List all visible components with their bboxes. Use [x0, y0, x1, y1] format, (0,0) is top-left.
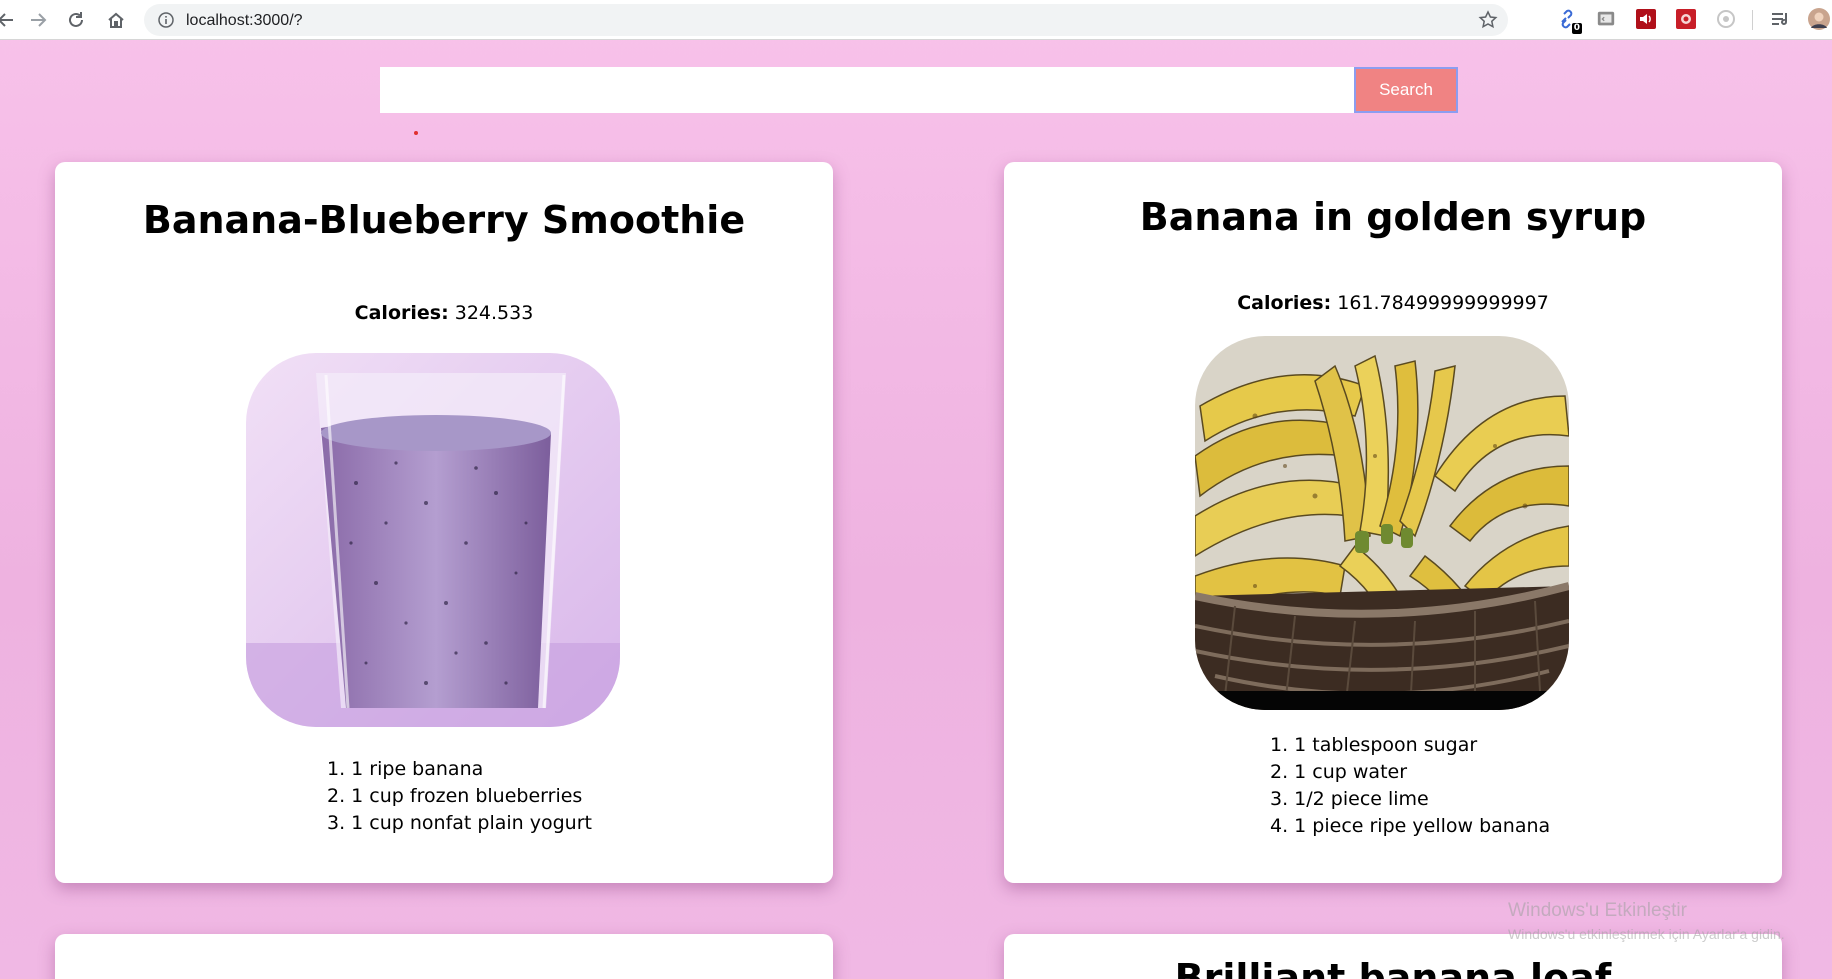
recipe-image-smoothie [246, 353, 620, 727]
home-icon [108, 12, 124, 28]
back-arrow-icon [0, 13, 13, 27]
search-input[interactable] [380, 67, 1354, 113]
recipe-card: Banana-Blueberry Smoothie Calories: 324.… [55, 162, 833, 883]
extension-audio-icon[interactable] [1635, 8, 1657, 30]
info-icon[interactable] [158, 12, 174, 28]
watermark-title: Windows'u Etkinleştir [1508, 900, 1687, 921]
ingredient-list: 1. 1 tablespoon sugar 2. 1 cup water 3. … [1270, 732, 1550, 840]
address-bar[interactable]: localhost:3000/? [144, 4, 1508, 36]
calories-value: 324.533 [454, 302, 534, 324]
forward-arrow-icon [31, 13, 47, 27]
recipe-calories: Calories: 161.78499999999997 [1004, 292, 1782, 314]
reload-button[interactable] [62, 6, 90, 34]
watermark-subtitle: Windows'u etkinleştirmek için Ayarlar'a … [1508, 926, 1785, 942]
ingredient-item: 3. 1 cup nonfat plain yogurt [327, 812, 592, 834]
toolbar-divider [1752, 10, 1753, 30]
search-button[interactable]: Search [1354, 67, 1458, 113]
forward-button[interactable] [24, 6, 52, 34]
calories-label: Calories: [1237, 292, 1332, 314]
bookmark-star-icon[interactable] [1478, 10, 1498, 30]
recipe-title: Banana in golden syrup [1139, 195, 1647, 239]
ingredient-item: 1. 1 tablespoon sugar [1270, 734, 1478, 756]
ingredient-item: 4. 1 piece ripe yellow banana [1270, 815, 1551, 837]
extension-circle-icon[interactable] [1715, 8, 1737, 30]
ingredient-item: 1. 1 ripe banana [327, 758, 484, 780]
ingredient-list: 1. 1 ripe banana 2. 1 cup frozen blueber… [327, 756, 592, 837]
recipe-title: Banana-Blueberry Smoothie [142, 198, 746, 242]
extension-badge: 0 [1571, 23, 1582, 34]
recipe-image-bananas [1195, 336, 1569, 710]
error-dot [414, 131, 418, 135]
ingredient-item: 2. 1 cup water [1270, 761, 1408, 783]
ingredient-item: 2. 1 cup frozen blueberries [327, 785, 583, 807]
home-button[interactable] [102, 6, 130, 34]
browser-toolbar: localhost:3000/? 0 [0, 0, 1832, 40]
recipe-card: Banana in golden syrup Calories: 161.784… [1004, 162, 1782, 883]
reload-icon [69, 12, 83, 27]
recipe-calories: Calories: 324.533 [55, 302, 833, 324]
extension-screen-icon[interactable] [1595, 8, 1617, 30]
profile-avatar[interactable] [1808, 8, 1830, 30]
recipe-title: Brilliant banana loaf [1174, 956, 1612, 979]
extension-image-icon[interactable] [1675, 8, 1697, 30]
calories-value: 161.78499999999997 [1337, 292, 1549, 314]
recipe-card [55, 934, 833, 979]
calories-label: Calories: [354, 302, 449, 324]
ingredient-item: 3. 1/2 piece lime [1270, 788, 1429, 810]
windows-activation-watermark: Windows'u Etkinleştir Windows'u etkinleş… [1508, 900, 1785, 942]
url-text: localhost:3000/? [186, 12, 303, 29]
extension-link-icon[interactable]: 0 [1556, 8, 1582, 34]
back-button[interactable] [0, 6, 20, 34]
media-queue-icon[interactable] [1769, 8, 1791, 30]
